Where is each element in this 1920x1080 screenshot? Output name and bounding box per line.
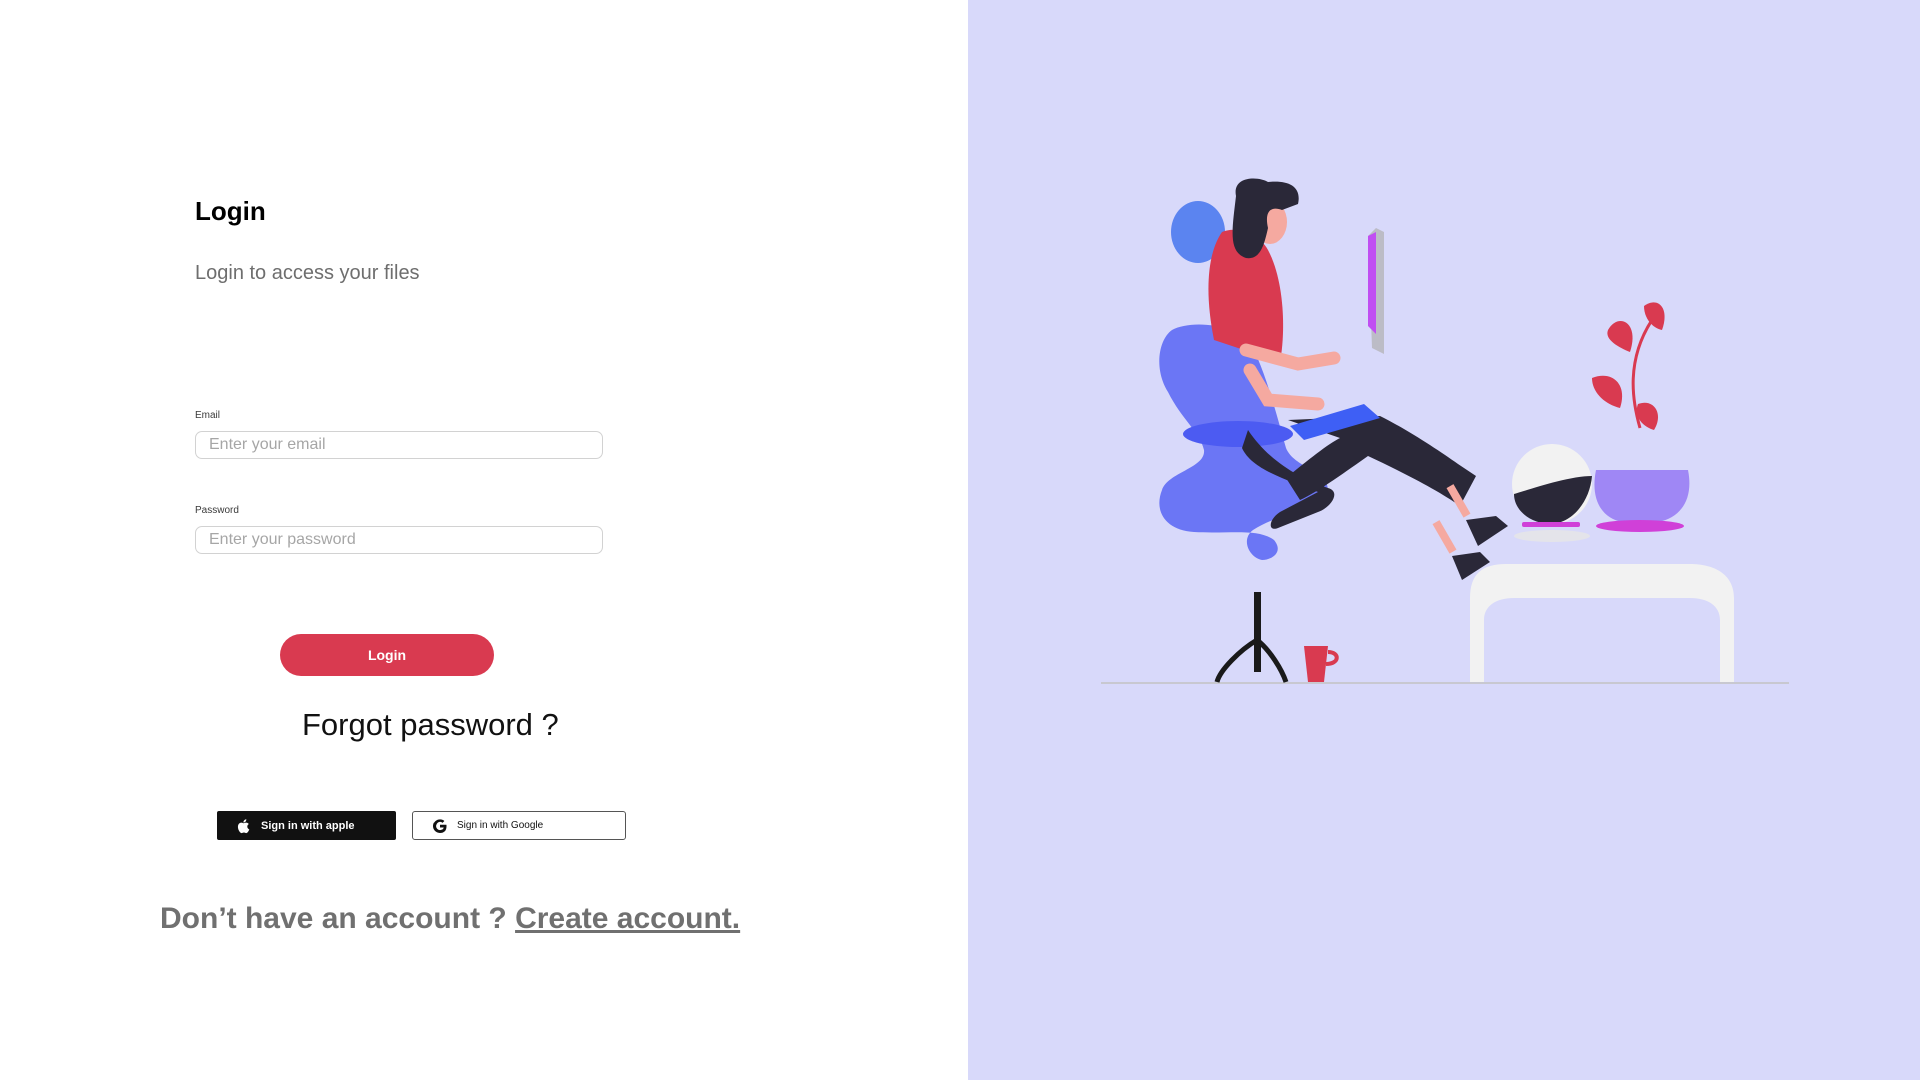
apple-button-label: Sign in with apple	[261, 819, 355, 832]
signup-row: Don’t have an account ? Create account.	[160, 902, 740, 936]
password-label: Password	[195, 505, 239, 516]
google-button-label: Sign in with Google	[457, 820, 544, 831]
workspace-illustration	[968, 0, 1920, 1080]
cup	[1304, 646, 1328, 682]
chair-seat	[1183, 421, 1293, 447]
sign-in-with-apple-button[interactable]: Sign in with apple	[217, 811, 396, 840]
create-account-link[interactable]: Create account.	[515, 902, 740, 935]
forgot-password-link[interactable]: Forgot password ?	[302, 707, 559, 743]
page-title: Login	[195, 196, 266, 226]
lamp-base	[1514, 530, 1590, 542]
plant-pot	[1594, 470, 1690, 522]
chair-post	[1254, 592, 1261, 672]
email-field[interactable]	[195, 431, 603, 459]
page-subtitle: Login to access your files	[195, 262, 420, 284]
apple-icon	[235, 817, 253, 835]
lamp-accent	[1522, 522, 1580, 527]
login-button[interactable]: Login	[280, 634, 494, 676]
signup-prompt: Don’t have an account ?	[160, 902, 507, 935]
password-field[interactable]	[195, 526, 603, 554]
google-icon	[431, 817, 449, 835]
login-panel: Login Login to access your files Email P…	[0, 0, 968, 1080]
floor-line	[1101, 682, 1789, 684]
plant-saucer	[1596, 520, 1684, 532]
monitor-screen	[1368, 232, 1376, 334]
illustration-panel	[968, 0, 1920, 1080]
email-label: Email	[195, 410, 221, 421]
sign-in-with-google-button[interactable]: Sign in with Google	[412, 811, 626, 840]
